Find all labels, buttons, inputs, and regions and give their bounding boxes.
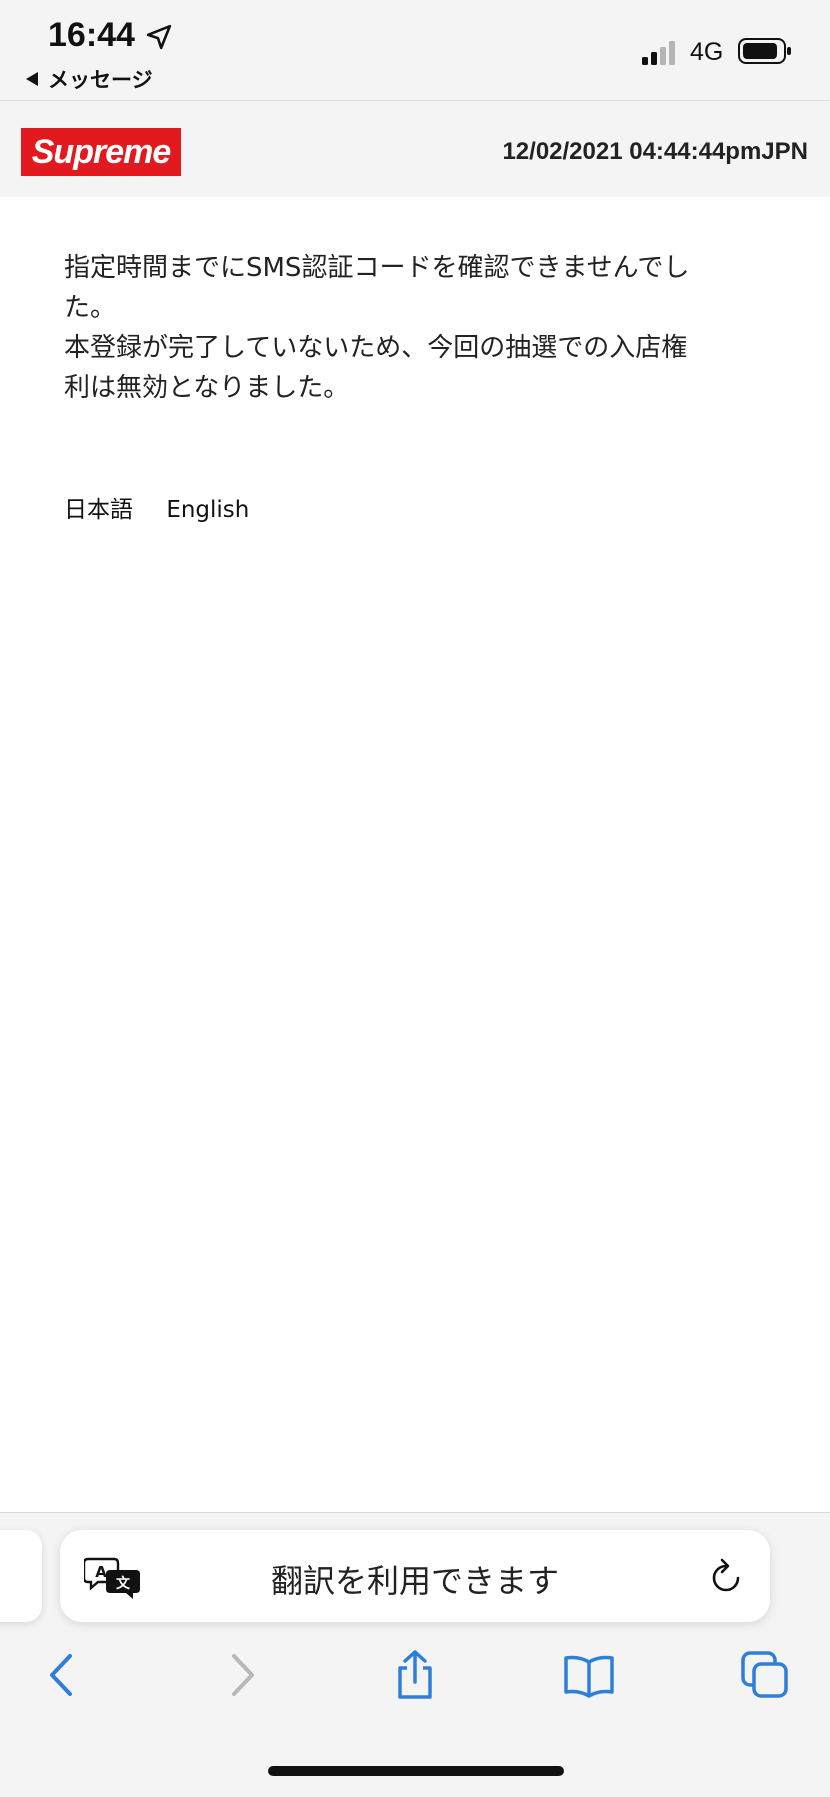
message-content: 指定時間までにSMS認証コードを確認できませんでし た。 本登録が完了していない… — [64, 248, 744, 408]
battery-icon — [738, 38, 791, 64]
message-line: 利は無効となりました。 — [64, 373, 350, 403]
back-to-app-link[interactable]: メッセージ — [26, 64, 153, 94]
back-triangle-icon — [26, 72, 38, 86]
message-line: た。 — [64, 293, 117, 323]
back-app-label: メッセージ — [48, 68, 153, 92]
status-bar: 16:44 メッセージ 4G — [0, 0, 830, 100]
reload-icon[interactable] — [708, 1558, 744, 1596]
message-line: 本登録が完了していないため、今回の抽選での入店権 — [64, 333, 688, 363]
browser-toolbar — [0, 1640, 830, 1712]
tabs-icon[interactable] — [740, 1650, 790, 1700]
network-type: 4G — [690, 38, 724, 66]
translate-available-label: 翻訳を利用できます — [270, 1562, 559, 1600]
verification-failed-message: 指定時間までにSMS認証コードを確認できませんでし た。 本登録が完了していない… — [64, 248, 744, 408]
language-english-link[interactable]: English — [166, 497, 249, 523]
location-arrow-icon — [146, 24, 172, 50]
supreme-logo[interactable]: Supreme — [21, 128, 181, 176]
back-icon[interactable] — [38, 1650, 88, 1700]
home-indicator[interactable] — [268, 1766, 564, 1776]
language-switcher: 日本語 English — [64, 490, 275, 524]
status-time: 16:44 — [48, 16, 135, 54]
site-header: Supreme 12/02/2021 04:44:44pmJPN — [0, 100, 830, 197]
bookmarks-icon[interactable] — [564, 1650, 614, 1700]
share-icon[interactable] — [390, 1650, 440, 1700]
forward-icon[interactable] — [216, 1650, 266, 1700]
message-line: 指定時間までにSMS認証コードを確認できませんでし — [64, 253, 690, 283]
language-japanese-link[interactable]: 日本語 — [64, 497, 133, 523]
previous-tab-card[interactable] — [0, 1530, 42, 1622]
header-timestamp: 12/02/2021 04:44:44pmJPN — [502, 138, 808, 165]
cellular-signal-icon — [642, 41, 675, 65]
translate-address-bar[interactable]: A 文 翻訳を利用できます — [60, 1530, 770, 1622]
